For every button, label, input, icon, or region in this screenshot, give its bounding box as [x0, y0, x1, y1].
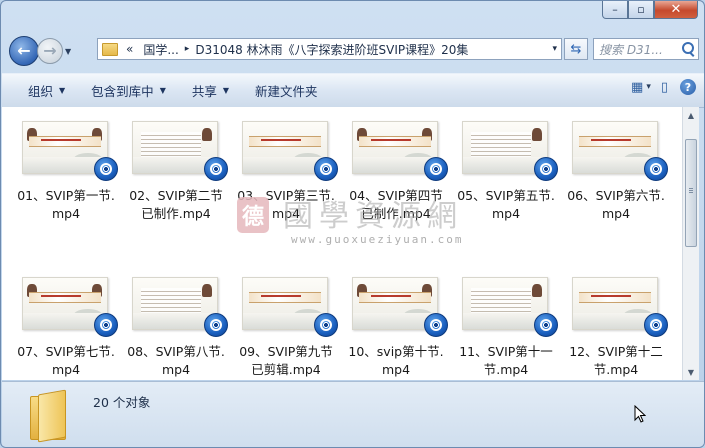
breadcrumb-guoxue[interactable]: 国学...	[143, 41, 178, 58]
change-view-icon[interactable]: ▦	[631, 80, 643, 95]
file-name: 05、SVIP第五节. mp4	[457, 188, 555, 221]
explorer-window: – ▫ ✕ ← → ▼ « 国学... ▸ D31048 林沐雨《八字探索进阶班…	[0, 0, 705, 448]
toolbar-right: ▦ ▾ ▯ ?	[621, 79, 696, 95]
preview-pane-icon[interactable]: ▯	[661, 80, 668, 95]
grip-icon	[689, 188, 693, 189]
vertical-scrollbar[interactable]: ▲ ▼	[682, 107, 699, 380]
address-bar[interactable]: « 国学... ▸ D31048 林沐雨《八字探索进阶班SVIP课程》20集 ▾	[97, 38, 562, 60]
media-player-icon	[314, 313, 338, 337]
arrow-left-icon: ←	[17, 41, 31, 60]
media-player-icon	[644, 157, 668, 181]
file-name: 03、SVIP第三节. mp4	[237, 188, 335, 221]
address-overflow-chevrons[interactable]: «	[126, 42, 133, 56]
details-pane: 20 个对象	[2, 381, 704, 447]
file-name: 08、SVIP第八节. mp4	[127, 344, 225, 377]
scrollbar-thumb[interactable]	[685, 139, 697, 247]
close-button[interactable]: ✕	[654, 1, 698, 19]
address-dropdown-icon[interactable]: ▾	[552, 44, 557, 54]
forward-button[interactable]: →	[37, 38, 63, 64]
close-icon: ✕	[670, 2, 682, 17]
command-bar: 组织 ▼ 包含到库中 ▼ 共享 ▼ 新建文件夹 ▦ ▾ ▯ ?	[2, 73, 704, 108]
file-name: 02、SVIP第二节 已制作.mp4	[129, 188, 223, 221]
scroll-up-button[interactable]: ▲	[683, 107, 699, 123]
maximize-button[interactable]: ▫	[628, 1, 654, 19]
arrow-right-icon: →	[43, 41, 57, 60]
media-player-icon	[534, 157, 558, 181]
new-folder-label: 新建文件夹	[255, 84, 318, 99]
minimize-icon: –	[612, 3, 618, 16]
search-icon[interactable]	[682, 42, 694, 54]
organize-menu[interactable]: 组织 ▼	[2, 78, 78, 104]
search-input[interactable]: 搜索 D31...	[593, 38, 699, 60]
include-in-library-label: 包含到库中	[91, 84, 154, 99]
file-name: 09、SVIP第九节 已剪辑.mp4	[239, 344, 333, 377]
media-player-icon	[204, 313, 228, 337]
new-folder-button[interactable]: 新建文件夹	[242, 78, 331, 104]
breadcrumb-current-folder[interactable]: D31048 林沐雨《八字探索进阶班SVIP课程》20集	[195, 41, 468, 58]
folder-icon	[102, 42, 118, 56]
navigation-buttons: ← → ▼	[9, 33, 71, 69]
organize-label: 组织	[28, 84, 54, 99]
media-player-icon	[424, 313, 448, 337]
minimize-button[interactable]: –	[602, 1, 628, 19]
window-controls: – ▫ ✕	[602, 1, 698, 19]
file-name: 10、svip第十节. mp4	[348, 344, 444, 377]
breadcrumb-separator-icon[interactable]: ▸	[185, 44, 190, 54]
media-player-icon	[94, 157, 118, 181]
item-count: 20 个对象	[93, 395, 151, 410]
caret-down-icon: ▼	[222, 86, 230, 95]
maximize-icon: ▫	[637, 3, 645, 16]
recent-pages-dropdown[interactable]: ▼	[65, 47, 71, 56]
mouse-cursor-icon	[634, 405, 646, 423]
folder-icon	[30, 389, 66, 443]
view-options-caret-icon[interactable]: ▾	[646, 82, 651, 92]
file-name: 07、SVIP第七节. mp4	[17, 344, 115, 377]
file-name: 06、SVIP第六节. mp4	[567, 188, 665, 221]
share-menu[interactable]: 共享 ▼	[179, 78, 242, 104]
media-player-icon	[204, 157, 228, 181]
file-list[interactable]: 01、SVIP第一节. mp4 02、SVIP第二节 已制作.mp4 03、SVIP…	[2, 107, 682, 380]
back-button[interactable]: ←	[9, 36, 39, 66]
refresh-button[interactable]: ⇆	[564, 38, 588, 60]
refresh-icon: ⇆	[570, 41, 582, 57]
file-name: 12、SVIP第十二 节.mp4	[569, 344, 663, 377]
media-player-icon	[424, 157, 448, 181]
caret-down-icon: ▼	[59, 86, 66, 95]
caret-down-icon: ▼	[159, 86, 166, 95]
share-label: 共享	[191, 84, 217, 99]
media-player-icon	[314, 157, 338, 181]
file-name: 04、SVIP第四节 已制作.mp4	[349, 188, 443, 221]
media-player-icon	[644, 313, 668, 337]
scroll-down-button[interactable]: ▼	[683, 364, 699, 380]
search-placeholder: 搜索 D31...	[599, 42, 663, 57]
include-in-library-menu[interactable]: 包含到库中 ▼	[78, 78, 179, 104]
file-name: 01、SVIP第一节. mp4	[17, 188, 115, 221]
help-icon[interactable]: ?	[680, 79, 696, 95]
media-player-icon	[534, 313, 558, 337]
media-player-icon	[94, 313, 118, 337]
file-name: 11、SVIP第十一 节.mp4	[459, 344, 553, 377]
